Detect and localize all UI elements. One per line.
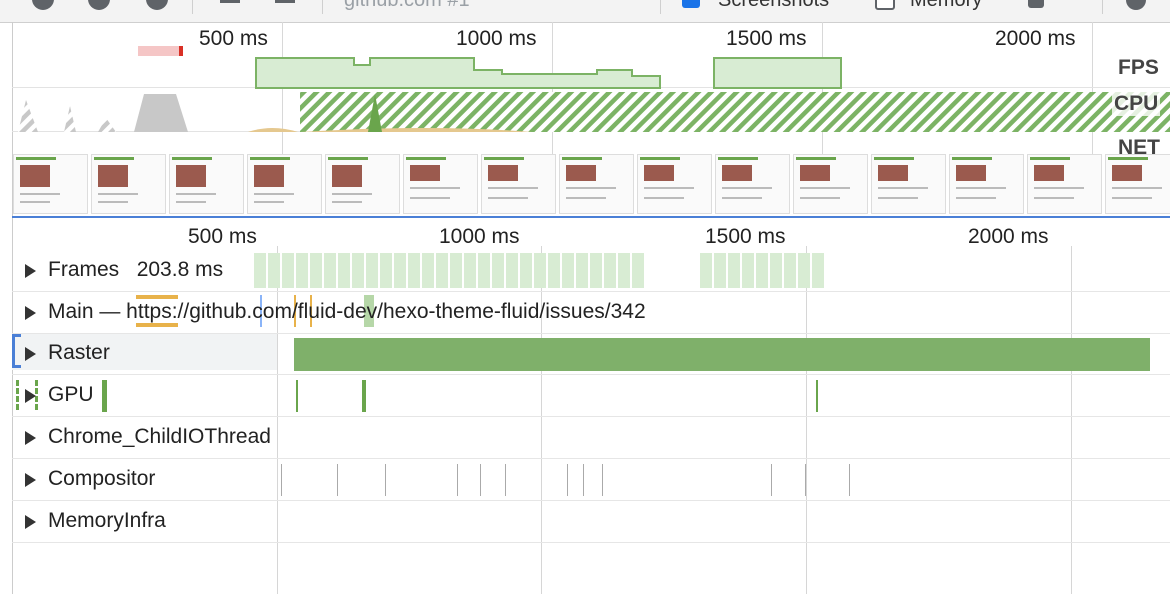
screenshot-thumbnail[interactable] bbox=[403, 154, 478, 214]
track-label: Main — https://github.com/fluid-dev/hexo… bbox=[48, 300, 646, 323]
track-chrome-childiothread[interactable]: Chrome_ChildIOThread bbox=[12, 417, 1170, 459]
track-raster[interactable]: Raster bbox=[12, 333, 1170, 375]
overview-tick-500: 500 ms bbox=[199, 27, 268, 50]
track-label: Raster bbox=[48, 341, 110, 364]
track-label: GPU bbox=[48, 383, 94, 406]
memory-label: Memory bbox=[910, 0, 983, 11]
expand-arrow-icon[interactable] bbox=[25, 515, 36, 529]
expand-arrow-icon[interactable] bbox=[25, 473, 36, 487]
screenshot-thumbnail[interactable] bbox=[247, 154, 322, 214]
reload-icon[interactable] bbox=[88, 0, 110, 10]
toolbar-divider bbox=[192, 0, 193, 14]
overview-selection-bar bbox=[12, 216, 1170, 218]
track-memoryinfra[interactable]: MemoryInfra bbox=[12, 501, 1170, 543]
timeline-tick-2000: 2000 ms bbox=[968, 225, 1049, 248]
screenshot-thumbnail[interactable] bbox=[1105, 154, 1170, 214]
screenshot-thumbnail[interactable] bbox=[871, 154, 946, 214]
overview-tick-1000: 1000 ms bbox=[456, 27, 537, 50]
toolbar-divider bbox=[1102, 0, 1103, 14]
screenshot-thumbnail[interactable] bbox=[559, 154, 634, 214]
toolbar-divider bbox=[322, 0, 323, 14]
cpu-graph bbox=[18, 92, 1170, 132]
expand-arrow-icon[interactable] bbox=[25, 306, 36, 320]
screenshots-label: Screenshots bbox=[718, 0, 830, 11]
screenshot-thumbnail[interactable] bbox=[715, 154, 790, 214]
track-label: Chrome_ChildIOThread bbox=[48, 425, 271, 448]
cpu-label: CPU bbox=[1112, 92, 1161, 116]
clear-icon[interactable] bbox=[146, 0, 168, 10]
screenshots-checkbox[interactable] bbox=[682, 0, 700, 8]
overview-tick-1500: 1500 ms bbox=[726, 27, 807, 50]
screenshot-thumbnail[interactable] bbox=[325, 154, 400, 214]
screenshot-thumbnail[interactable] bbox=[481, 154, 556, 214]
frame-duration: 203.8 ms bbox=[136, 258, 224, 281]
screenshot-thumbnail[interactable] bbox=[169, 154, 244, 214]
track-frames[interactable]: Frames 203.8 ms bbox=[12, 250, 1170, 292]
track-compositor[interactable]: Compositor bbox=[12, 459, 1170, 501]
expand-arrow-icon[interactable] bbox=[25, 431, 36, 445]
trash-icon[interactable] bbox=[1028, 0, 1044, 8]
recording-select[interactable]: github.com #1 bbox=[344, 0, 470, 12]
download-icon[interactable] bbox=[275, 0, 295, 3]
toolbar: github.com #1 Screenshots Memory bbox=[0, 0, 1170, 23]
timeline-tick-1500: 1500 ms bbox=[705, 225, 786, 248]
screenshot-thumbnail[interactable] bbox=[793, 154, 868, 214]
screenshot-thumbnail[interactable] bbox=[637, 154, 712, 214]
timeline-tick-1000: 1000 ms bbox=[439, 225, 520, 248]
screenshot-thumbnail[interactable] bbox=[949, 154, 1024, 214]
settings-gear-icon[interactable] bbox=[1126, 0, 1146, 10]
track-label: MemoryInfra bbox=[48, 509, 166, 532]
timeline-tick-500: 500 ms bbox=[188, 225, 257, 248]
expand-arrow-icon[interactable] bbox=[25, 264, 36, 278]
overview-tick-2000: 2000 ms bbox=[995, 27, 1076, 50]
upload-icon[interactable] bbox=[220, 0, 240, 3]
screenshot-thumbnail[interactable] bbox=[91, 154, 166, 214]
track-label: Frames 203.8 ms bbox=[48, 258, 224, 281]
track-gpu[interactable]: GPU bbox=[12, 375, 1170, 417]
expand-arrow-icon[interactable] bbox=[25, 347, 36, 361]
screenshot-thumbnail[interactable] bbox=[13, 154, 88, 214]
screenshot-thumbnail[interactable] bbox=[1027, 154, 1102, 214]
expand-arrow-icon[interactable] bbox=[25, 389, 36, 403]
track-label: Compositor bbox=[48, 467, 156, 490]
fps-graph bbox=[255, 57, 842, 89]
toolbar-divider bbox=[660, 0, 661, 14]
memory-checkbox[interactable] bbox=[875, 0, 895, 10]
fps-label: FPS bbox=[1116, 56, 1161, 80]
record-icon[interactable] bbox=[32, 0, 54, 10]
track-main[interactable]: Main — https://github.com/fluid-dev/hexo… bbox=[12, 292, 1170, 334]
